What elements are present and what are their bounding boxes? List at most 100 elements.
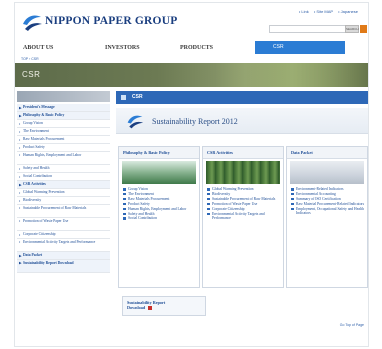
column-link[interactable]: The Environment [119,192,199,196]
sidebar-item[interactable]: ▶ CSR Activities [17,181,110,189]
square-bullet-icon [207,188,210,191]
column-link[interactable]: Promotion of Waste Paper Use [203,202,283,206]
sidebar-item-label: Data Packet [23,253,43,258]
banner-title: CSR [22,70,41,79]
sidebar-item[interactable]: ▶ Sustainability Report Download [17,260,110,273]
column-link[interactable]: Environmental Accounting [287,192,367,196]
column-link[interactable]: Environment-Related Indicators [287,187,367,191]
leaf-image [215,63,368,87]
sidebar-item[interactable]: ▶ President's Message [17,104,110,112]
column-link-label: Environment-Related Indicators [296,187,344,191]
sidebar-item-label: Environmental Activity Targets and Perfo… [23,240,96,244]
sidebar-item[interactable]: • Human Rights, Employment and Labor [17,152,110,165]
breadcrumb-csr: CSR [31,57,39,61]
csr-banner: CSR [15,63,368,87]
column-title[interactable]: Data Packet [287,147,367,159]
sidebar-item-label: Sustainable Procurement of Raw Materials [23,206,87,210]
column-link-label: Summary of ISO Certification [296,196,341,201]
link-link[interactable]: • Link [299,9,309,14]
column-link-label: Environmental Accounting [296,191,336,196]
column-link[interactable]: Global Warming Prevention [203,187,283,191]
download-box[interactable]: Sustainability Report Download [122,296,206,316]
column-title[interactable]: CSR Activities [203,147,283,159]
square-bullet-icon [123,197,126,201]
column-link[interactable]: Raw Materials Procurement [119,197,199,201]
column-link[interactable]: Safety and Health [119,212,199,216]
sidebar-item[interactable]: • Product Safety [17,144,110,152]
column-link[interactable]: Employment, Occupational Safety and Heal… [287,207,367,216]
logo-mark-icon [23,15,42,31]
column-csr-activities: CSR Activities Global Warming Prevention… [202,146,284,288]
column-link-label: Sustainable Procurement of Raw Materials [212,196,276,201]
download-line-2-wrap: Download [127,305,201,311]
sidebar-item[interactable]: • Environmental Activity Targets and Perf… [17,239,110,252]
column-data-packet: Data Packet Environment-Related Indicato… [286,146,368,288]
column-image [122,161,196,184]
sidebar-item-label: Corporate Citizenship [23,232,56,237]
sidebar-item-label: Promotion of Waste Paper Use [23,219,69,223]
square-bullet-icon [207,212,210,216]
search-button[interactable]: SEARCH [345,25,359,33]
sidebar-item[interactable]: • Group Vision [17,120,110,128]
sidebar-item[interactable]: • Safety and Health [17,165,110,173]
column-link-label: Group Vision [128,187,148,191]
sidebar-item-label: Social Contribution [23,174,52,179]
column-link[interactable]: Environmental Activity Targets and Perfo… [203,212,283,221]
japanese-link[interactable]: • Japanese [338,9,358,14]
sidebar: ▶ President's Message ▶ Philosophy & Basic … [17,91,110,273]
square-bullet-icon [291,197,294,201]
square-bullet-icon [207,197,210,201]
column-link[interactable]: Raw Material Procurement-Related Indicat… [287,202,367,206]
search-input[interactable] [269,25,353,33]
breadcrumb: TOP › CSR [21,57,39,61]
sidebar-list: ▶ President's Message ▶ Philosophy & Basic … [17,104,110,273]
column-link-label: Biodiversity [212,191,231,196]
sidebar-item-label: Raw Materials Procurement [23,137,65,142]
sidebar-item[interactable]: • Sustainable Procurement of Raw Material… [17,205,110,218]
column-link[interactable]: Product Safety [119,202,199,206]
page-top-link[interactable]: Go Top of Page [340,323,364,327]
sidebar-item[interactable]: ▶ Data Packet [17,252,110,260]
sidebar-item[interactable]: • Social Contribution [17,173,110,181]
sustainability-report-banner[interactable]: Sustainability Report 2012 [116,108,368,134]
square-bullet-icon [291,207,294,211]
sidebar-item-label: Product Safety [23,145,45,150]
column-link[interactable]: Summary of ISO Certification [287,197,367,201]
square-bullet-icon [123,212,126,216]
header-square-icon [121,95,126,100]
sidebar-item[interactable]: • The Environment [17,128,110,136]
column-image [290,161,364,184]
column-link[interactable]: Group Vision [119,187,199,191]
nav-products[interactable]: PRODUCTS [180,43,213,54]
main-content: CSR Sustainability Report 2012 Philosoph… [116,91,368,327]
site-map-link[interactable]: • Site MAP [314,9,333,14]
column-links: Group Vision The Environment Raw Materials… [119,187,199,221]
nav-csr[interactable]: CSR [255,41,345,54]
column-title[interactable]: Philosophy & Basic Policy [119,147,199,159]
screenshot-frame: NIPPON PAPER GROUP • Link • Site MAP • J… [0,0,382,349]
square-bullet-icon [291,202,294,206]
column-link[interactable]: Human Rights, Employment and Labor [119,207,199,211]
column-link[interactable]: Sustainable Procurement of Raw Materials [203,197,283,201]
search-go-button[interactable] [360,25,367,33]
top-links: • Link • Site MAP • Japanese [295,9,358,14]
column-link[interactable]: Corporate Citizenship [203,207,283,211]
nav-investors[interactable]: INVESTORS [105,43,140,54]
nav-about-us[interactable]: ABOUT US [23,43,53,54]
sidebar-item[interactable]: • Global Warming Prevention [17,189,110,197]
square-bullet-icon [291,192,294,196]
company-logo[interactable]: NIPPON PAPER GROUP [21,11,177,33]
square-bullet-icon [207,207,210,211]
breadcrumb-top[interactable]: TOP [21,57,28,61]
column-philosophy: Philosophy & Basic Policy Group Vision Th… [118,146,200,288]
sidebar-item[interactable]: • Raw Materials Procurement [17,136,110,144]
column-link-label: Human Rights, Employment and Labor [128,206,187,211]
sidebar-item[interactable]: • Promotion of Waste Paper Use [17,218,110,231]
sidebar-item[interactable]: • Corporate Citizenship [17,231,110,239]
sidebar-item[interactable]: • Biodiversity [17,197,110,205]
column-link-label: Corporate Citizenship [212,206,245,211]
column-link[interactable]: Social Contribution [119,216,199,220]
square-bullet-icon [123,207,126,211]
column-link[interactable]: Biodiversity [203,192,283,196]
sidebar-item[interactable]: ▶ Philosophy & Basic Policy [17,112,110,120]
